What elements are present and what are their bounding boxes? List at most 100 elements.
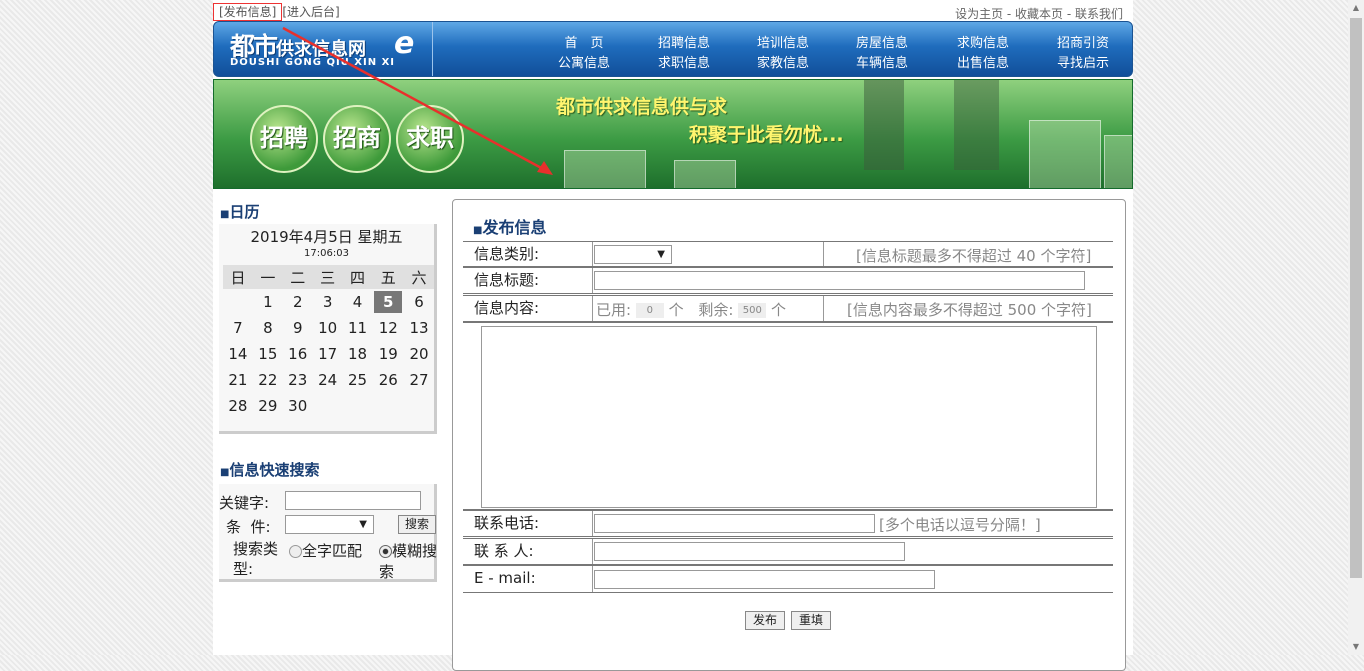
content-textarea[interactable]: [481, 326, 1097, 508]
contact-input[interactable]: [594, 542, 905, 561]
weekday-label: 五: [372, 265, 405, 289]
calendar-day[interactable]: 16: [283, 341, 313, 367]
banner: 招聘 招商 求职 都市供求信息供与求 积聚于此看勿忧...: [213, 79, 1133, 189]
nav-job-seeking[interactable]: 求职信息: [644, 52, 724, 71]
calendar-day[interactable]: 24: [313, 367, 343, 393]
nav-jobs[interactable]: 招聘信息: [644, 32, 724, 51]
scroll-down-icon[interactable]: ▼: [1348, 639, 1364, 655]
quick-search-panel: 关键字: 条 件: ▼ 搜索 搜索类型: 全字匹配 模糊搜索: [219, 484, 437, 582]
top-left-links: [发布信息] [进入后台]: [213, 3, 340, 21]
char-counter: 已用: 0 个 剩余: 500 个: [596, 301, 787, 319]
admin-link[interactable]: [进入后台]: [282, 5, 339, 19]
calendar-day[interactable]: 20: [404, 341, 434, 367]
condition-label: 条 件:: [226, 518, 271, 536]
calendar-day[interactable]: 26: [372, 367, 404, 393]
phone-input[interactable]: [594, 514, 875, 533]
banner-jobseek-button[interactable]: 求职: [396, 105, 464, 173]
weekday-label: 一: [252, 265, 283, 289]
title-input[interactable]: [594, 271, 1085, 290]
calendar-day[interactable]: 15: [253, 341, 283, 367]
calendar-day[interactable]: 17: [313, 341, 343, 367]
calendar-day[interactable]: 10: [313, 315, 343, 341]
nav-home[interactable]: 首 页: [544, 32, 624, 51]
fuzzy-radio-icon[interactable]: [379, 545, 392, 558]
option-fuzzy[interactable]: 模糊搜索: [379, 540, 439, 582]
calendar-day[interactable]: 21: [223, 367, 253, 393]
calendar-day[interactable]: 30: [283, 393, 313, 419]
calendar-day[interactable]: 4: [343, 289, 373, 315]
calendar-day[interactable]: 2: [283, 289, 313, 315]
banner-investment-button[interactable]: 招商: [323, 105, 391, 173]
condition-select[interactable]: ▼: [285, 515, 374, 534]
phone-label: 联系电话:: [463, 511, 593, 536]
category-select[interactable]: ▼: [594, 245, 672, 264]
keyword-input[interactable]: [285, 491, 421, 510]
calendar-widget: 2019年4月5日 星期五 17:06:03 日 一 二 三 四 五 六 123…: [219, 224, 437, 434]
nav-training[interactable]: 培训信息: [743, 32, 823, 51]
calendar-day[interactable]: 3: [313, 289, 343, 315]
publish-info-link[interactable]: [发布信息]: [213, 3, 283, 21]
exact-radio-icon[interactable]: [289, 545, 302, 558]
calendar-day[interactable]: 23: [283, 367, 313, 393]
content-textarea-row: [463, 322, 1113, 510]
keyword-label: 关键字:: [219, 494, 270, 512]
calendar-day[interactable]: 11: [343, 315, 373, 341]
nav-vehicles[interactable]: 车辆信息: [842, 52, 922, 71]
calendar-day[interactable]: 27: [404, 367, 434, 393]
nav-apartment[interactable]: 公寓信息: [544, 52, 624, 71]
calendar-day[interactable]: 7: [223, 315, 253, 341]
content-row: 信息内容: 已用: 0 个 剩余: 500 个 [信息内容最多不得超过 500 …: [463, 295, 1113, 322]
header-bar: 都市供求信息网 DOUSHI GONG QIU XIN XI e 首 页 招聘信…: [213, 21, 1133, 77]
calendar-time: 17:06:03: [304, 248, 349, 259]
calendar-day[interactable]: 12: [372, 315, 404, 341]
calendar-day[interactable]: 9: [283, 315, 313, 341]
calendar-day[interactable]: 8: [253, 315, 283, 341]
search-button[interactable]: 搜索: [398, 515, 436, 534]
calendar-day[interactable]: 5: [372, 289, 404, 315]
nav-lost-found[interactable]: 寻找启示: [1043, 52, 1123, 71]
calendar-table: 日 一 二 三 四 五 六 1 2 3 4 5 6 7 8 9 10 11 12 13 14 15 16 17 1…: [223, 265, 434, 419]
content-label: 信息内容:: [463, 296, 593, 321]
submit-button[interactable]: 发布: [745, 611, 785, 630]
banner-building: [1104, 135, 1132, 188]
title-label: 信息标题:: [463, 268, 593, 293]
calendar-day[interactable]: 25: [343, 367, 373, 393]
reset-button[interactable]: 重填: [791, 611, 831, 630]
banner-slogan-1: 都市供求信息供与求: [556, 96, 728, 118]
calendar-day[interactable]: 29: [253, 393, 283, 419]
calendar-week-row: 14 15 16 17 18 19 20: [223, 341, 434, 367]
nav-investment[interactable]: 招商引资: [1043, 32, 1123, 51]
option-exact[interactable]: 全字匹配: [289, 540, 362, 561]
email-input[interactable]: [594, 570, 935, 589]
nav-selling[interactable]: 出售信息: [943, 52, 1023, 71]
calendar-day[interactable]: 19: [372, 341, 404, 367]
weekday-label: 日: [223, 265, 253, 289]
calendar-day[interactable]: 6: [404, 289, 434, 315]
calendar-week-row: 7 8 9 10 11 12 13: [223, 315, 434, 341]
scrollbar-thumb[interactable]: [1350, 18, 1362, 578]
calendar-day[interactable]: 28: [223, 393, 253, 419]
nav-tutoring[interactable]: 家教信息: [743, 52, 823, 71]
category-label: 信息类别:: [463, 242, 593, 266]
form-title: ■发布信息: [473, 218, 547, 237]
weekday-label: 四: [342, 265, 373, 289]
nav-buying[interactable]: 求购信息: [943, 32, 1023, 51]
vertical-scrollbar[interactable]: ▲ ▼: [1348, 0, 1364, 655]
calendar-day[interactable]: 14: [223, 341, 253, 367]
banner-figure: [954, 80, 999, 170]
calendar-day[interactable]: 18: [343, 341, 373, 367]
calendar-week-row: 21 22 23 24 25 26 27: [223, 367, 434, 393]
calendar-title: ■日历: [220, 203, 260, 221]
calendar-day[interactable]: 13: [404, 315, 434, 341]
scroll-up-icon[interactable]: ▲: [1348, 0, 1364, 16]
top-right-links[interactable]: 设为主页 - 收藏本页 - 联系我们: [955, 5, 1123, 22]
calendar-day[interactable]: 1: [253, 289, 283, 315]
site-logo[interactable]: 都市供求信息网 DOUSHI GONG QIU XIN XI e: [214, 22, 433, 76]
calendar-day[interactable]: 22: [253, 367, 283, 393]
banner-recruit-button[interactable]: 招聘: [250, 105, 318, 173]
publish-form-panel: ■发布信息 信息类别: ▼ [信息标题最多不得超过 40 个字符] 信息标题: …: [452, 199, 1126, 671]
nav-housing[interactable]: 房屋信息: [842, 32, 922, 51]
quick-search-title: ■信息快速搜索: [220, 461, 320, 479]
email-row: E - mail:: [463, 565, 1113, 593]
logo-e-icon: e: [394, 26, 415, 61]
